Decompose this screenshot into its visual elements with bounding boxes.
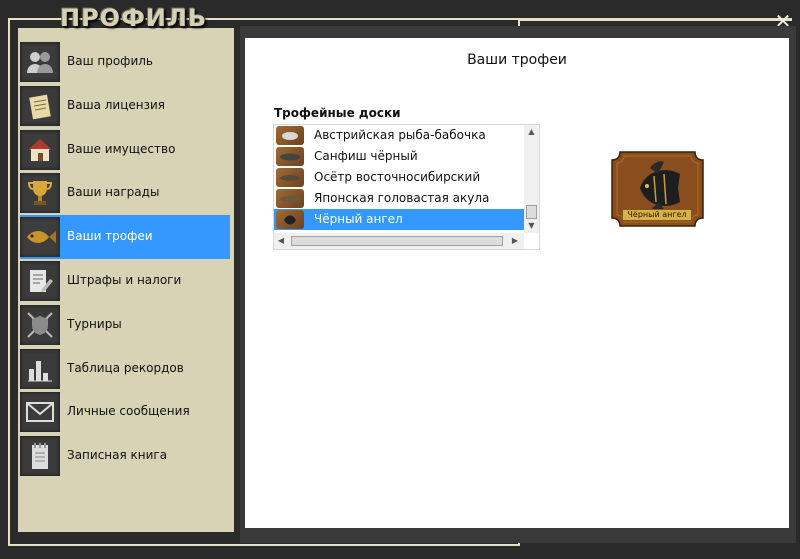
fish-trophy-icon bbox=[20, 217, 60, 258]
scroll-left-icon[interactable]: ◀ bbox=[274, 233, 288, 249]
users-icon bbox=[20, 42, 60, 82]
sidebar-item-label: Ваше имущество bbox=[67, 141, 176, 156]
scroll-right-icon[interactable]: ▶ bbox=[508, 233, 522, 249]
list-item[interactable]: Японская головастая акула bbox=[274, 188, 524, 209]
list-item[interactable]: Осётр восточносибирский bbox=[274, 167, 524, 188]
sidebar-item-label: Ваши награды bbox=[67, 185, 160, 200]
trophy-preview: Чёрный ангел bbox=[610, 150, 705, 228]
sidebar-item-label: Личные сообщения bbox=[67, 404, 190, 419]
sidebar-item-label: Записная книга bbox=[67, 448, 168, 463]
window-title: ПРОФИЛЬ bbox=[60, 4, 208, 32]
trophy-board-thumbnail-icon bbox=[276, 147, 304, 166]
page-title: Ваши трофеи bbox=[467, 52, 567, 68]
scroll-thumb[interactable] bbox=[526, 205, 537, 219]
sidebar-item-property[interactable]: Ваше имущество bbox=[20, 128, 230, 172]
list-item-label: Японская головастая акула bbox=[314, 191, 490, 205]
sidebar-item-label: Турниры bbox=[67, 316, 122, 331]
frame-line bbox=[520, 18, 792, 21]
trophy-board-thumbnail-icon bbox=[276, 168, 304, 187]
list-item-label: Чёрный ангел bbox=[314, 212, 403, 226]
trophy-board-thumbnail-icon bbox=[276, 210, 304, 229]
sidebar-item-profile[interactable]: Ваш профиль bbox=[20, 40, 230, 84]
list-item[interactable]: Санфиш чёрный bbox=[274, 146, 524, 167]
scroll-up-icon[interactable]: ▲ bbox=[524, 125, 539, 139]
boards-label: Трофейные доски bbox=[274, 106, 401, 120]
sidebar-item-trophies[interactable]: Ваши трофеи bbox=[20, 215, 230, 259]
shield-swords-icon bbox=[20, 304, 60, 345]
content-panel: Ваши трофеи Трофейные доски Австрийская … bbox=[245, 38, 789, 528]
list-item[interactable]: Австрийская рыба-бабочка bbox=[274, 125, 524, 146]
sidebar-item-tournaments[interactable]: Турниры bbox=[20, 303, 230, 347]
list-item-label: Австрийская рыба-бабочка bbox=[314, 128, 486, 142]
notebook-icon bbox=[20, 436, 60, 477]
bar-chart-icon bbox=[20, 348, 60, 389]
trophy-board-thumbnail-icon bbox=[276, 189, 304, 208]
scroll-thumb[interactable] bbox=[291, 236, 503, 246]
sidebar-item-label: Ваши трофеи bbox=[67, 229, 153, 244]
list-vertical-scrollbar[interactable]: ▲ ▼ bbox=[524, 125, 539, 233]
sidebar-item-fines[interactable]: Штрафы и налоги bbox=[20, 259, 230, 303]
list-item-label: Санфиш чёрный bbox=[314, 149, 418, 163]
trophy-boards-list[interactable]: Австрийская рыба-бабочка Санфиш чёрный О… bbox=[273, 124, 540, 250]
envelope-icon bbox=[20, 392, 60, 433]
list-horizontal-scrollbar[interactable]: ◀ ▶ bbox=[274, 233, 524, 249]
sidebar-item-label: Ваша лицензия bbox=[67, 97, 165, 112]
trophy-cup-icon bbox=[20, 173, 60, 214]
scroll-down-icon[interactable]: ▼ bbox=[524, 219, 539, 233]
sidebar-item-label: Таблица рекордов bbox=[67, 360, 184, 375]
sidebar-item-notebook[interactable]: Записная книга bbox=[20, 434, 230, 478]
list-item[interactable]: Чёрный ангел bbox=[274, 209, 524, 230]
sidebar-item-label: Ваш профиль bbox=[67, 54, 153, 68]
sidebar-item-records[interactable]: Таблица рекордов bbox=[20, 347, 230, 391]
list-item-label: Осётр восточносибирский bbox=[314, 170, 481, 184]
trophy-board-thumbnail-icon bbox=[276, 126, 304, 145]
sidebar-item-messages[interactable]: Личные сообщения bbox=[20, 390, 230, 434]
license-icon bbox=[20, 85, 60, 126]
house-icon bbox=[20, 129, 60, 170]
sidebar-item-license[interactable]: Ваша лицензия bbox=[20, 84, 230, 128]
document-pencil-icon bbox=[20, 261, 60, 301]
sidebar-item-awards[interactable]: Ваши награды bbox=[20, 171, 230, 215]
sidebar-item-label: Штрафы и налоги bbox=[67, 273, 182, 287]
trophy-caption: Чёрный ангел bbox=[622, 209, 692, 221]
